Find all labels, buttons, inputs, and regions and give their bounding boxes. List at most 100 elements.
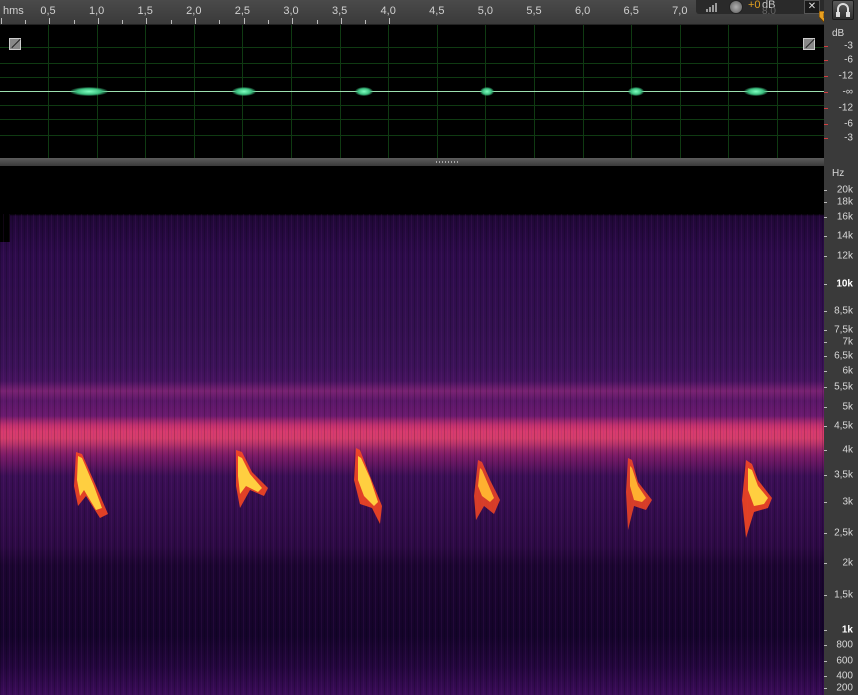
frequency-label: 20k xyxy=(836,184,853,196)
frequency-tick xyxy=(824,630,827,631)
db-label: -∞ xyxy=(842,86,853,98)
time-label: 1,5 xyxy=(137,5,153,17)
pin-icon[interactable]: ✕ xyxy=(804,0,820,14)
time-tick xyxy=(122,20,124,24)
waveform-burst xyxy=(744,87,768,96)
headphones-icon[interactable] xyxy=(832,0,854,20)
grid-line xyxy=(0,105,824,106)
frequency-label: 800 xyxy=(836,639,853,651)
waveform-panel[interactable] xyxy=(0,25,824,158)
frequency-tick xyxy=(824,676,827,677)
frequency-label: 12k xyxy=(836,250,853,262)
gain-sub-value: 8.0 xyxy=(762,6,776,17)
time-tick xyxy=(97,18,99,24)
db-tick xyxy=(824,138,828,139)
db-tick xyxy=(824,46,828,47)
hz-unit-label: Hz xyxy=(832,168,845,179)
time-tick xyxy=(24,20,26,24)
frequency-tick xyxy=(824,475,827,476)
time-tick xyxy=(195,18,196,24)
bird-call-3 xyxy=(354,448,382,524)
bird-call-5 xyxy=(626,458,652,530)
frequency-tick xyxy=(824,236,827,237)
splitter-grip-icon[interactable] xyxy=(436,161,460,163)
waveform-baseline xyxy=(0,91,824,92)
frequency-tick xyxy=(824,533,827,534)
waveform-burst xyxy=(70,87,108,96)
frequency-tick xyxy=(824,645,827,646)
frequency-tick xyxy=(824,426,827,427)
frequency-tick xyxy=(824,284,827,285)
waveform-burst xyxy=(628,87,644,96)
db-label: -12 xyxy=(838,70,853,82)
frequency-label: 14k xyxy=(836,230,853,242)
panel-splitter[interactable] xyxy=(0,158,824,166)
frequency-tick xyxy=(824,330,827,331)
frequency-label: 200 xyxy=(836,682,853,694)
frequency-label: 7,5k xyxy=(834,324,853,336)
time-label: 0,5 xyxy=(40,5,56,17)
time-label: 7,0 xyxy=(672,5,688,17)
db-tick xyxy=(824,108,828,109)
frequency-label: 7k xyxy=(842,336,853,348)
time-unit-label: hms xyxy=(3,5,24,17)
frequency-label: 18k xyxy=(836,196,853,208)
time-tick xyxy=(267,20,269,24)
time-label: 5,5 xyxy=(526,5,542,17)
time-label: 2,5 xyxy=(234,5,251,17)
time-tick xyxy=(292,18,294,24)
gain-value[interactable]: +0 xyxy=(748,0,761,11)
time-tick xyxy=(243,18,245,24)
frequency-tick xyxy=(824,202,827,203)
frequency-tick xyxy=(824,450,827,451)
frequency-tick xyxy=(824,688,827,689)
time-label: 5,0 xyxy=(477,5,494,17)
frequency-label: 400 xyxy=(836,670,853,682)
frequency-label: 6,5k xyxy=(834,350,853,362)
time-tick xyxy=(365,20,367,24)
frequency-label: 3,5k xyxy=(834,469,853,481)
time-tick xyxy=(219,20,221,24)
frequency-tick xyxy=(824,356,827,357)
time-tick xyxy=(0,18,2,24)
time-tick xyxy=(340,18,342,24)
frequency-tick xyxy=(824,502,827,503)
bird-call-6 xyxy=(742,460,772,538)
frequency-tick xyxy=(824,311,827,312)
fade-in-handle[interactable] xyxy=(9,38,21,50)
bird-call-2 xyxy=(236,450,268,508)
frequency-label: 600 xyxy=(836,655,853,667)
frequency-tick xyxy=(824,217,827,218)
time-label: 4,0 xyxy=(380,5,396,17)
db-label: -6 xyxy=(844,118,853,130)
frequency-label: 4k xyxy=(842,444,853,456)
frequency-tick xyxy=(824,342,827,343)
gain-knob[interactable] xyxy=(729,0,743,14)
frequency-tick xyxy=(824,387,827,388)
frequency-label: 1,5k xyxy=(834,589,853,601)
db-label: -6 xyxy=(844,54,853,66)
time-tick xyxy=(170,20,172,24)
frequency-tick xyxy=(824,661,827,662)
time-label: 2,0 xyxy=(186,5,202,17)
frequency-label: 6k xyxy=(842,365,853,377)
db-label: -12 xyxy=(838,102,853,114)
fade-out-handle[interactable] xyxy=(803,38,815,50)
time-label: 4,5 xyxy=(429,5,445,17)
frequency-tick xyxy=(824,563,827,564)
spectrogram-panel[interactable] xyxy=(0,166,824,695)
time-tick xyxy=(49,18,51,24)
waveform-burst xyxy=(355,87,373,96)
grid-line xyxy=(0,119,824,120)
frequency-label: 2k xyxy=(842,557,853,569)
frequency-label: 4,5k xyxy=(834,420,853,432)
frequency-tick xyxy=(824,190,827,191)
time-label: 3,0 xyxy=(283,5,299,17)
time-label: 6,0 xyxy=(574,5,591,17)
spectrogram-texture xyxy=(0,214,824,695)
time-label: 6,5 xyxy=(623,5,639,17)
frequency-label: 8,5k xyxy=(834,305,853,317)
grid-line xyxy=(0,77,824,78)
db-tick xyxy=(824,76,828,77)
level-meter-icon xyxy=(706,2,720,12)
